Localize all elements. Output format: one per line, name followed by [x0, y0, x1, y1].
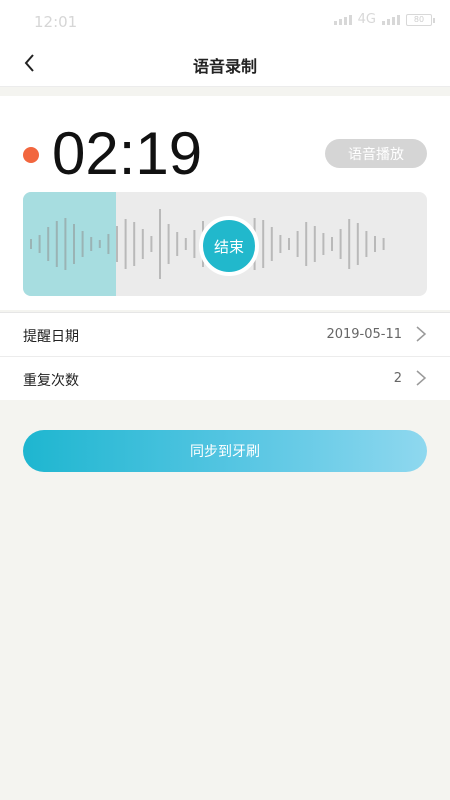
reminder-date-label: 提醒日期	[23, 329, 79, 345]
stop-recording-button[interactable]: 结束	[199, 216, 259, 276]
status-time: 12:01	[34, 13, 78, 31]
status-indicators: 4G 80	[333, 12, 435, 27]
waveform-panel: 结束	[23, 192, 427, 296]
battery-icon: 80	[406, 13, 435, 26]
network-type: 4G	[357, 12, 376, 27]
chevron-right-icon	[416, 370, 427, 386]
status-bar: 12:01 4G 80	[0, 0, 450, 42]
signal-icon	[333, 14, 352, 25]
chevron-right-icon	[416, 326, 427, 342]
recording-indicator	[23, 147, 39, 163]
battery-level: 80	[413, 15, 425, 24]
repeat-count-label: 重复次数	[23, 373, 79, 389]
repeat-count-row[interactable]: 重复次数 2	[0, 356, 450, 400]
page-title: 语音录制	[192, 57, 257, 76]
repeat-count-value: 2	[393, 371, 402, 386]
sync-to-toothbrush-button[interactable]: 同步到牙刷	[23, 430, 427, 472]
nav-bar: 语音录制	[0, 42, 450, 87]
reminder-date-value: 2019-05-11	[326, 327, 402, 342]
recorder-card: 02:19 语音播放 结束	[0, 96, 450, 310]
reminder-date-row[interactable]: 提醒日期 2019-05-11	[0, 312, 450, 356]
signal-icon	[382, 14, 400, 25]
play-voice-button[interactable]: 语音播放	[325, 139, 427, 168]
settings-list: 提醒日期 2019-05-11 重复次数 2	[0, 312, 450, 400]
recording-timer: 02:19	[52, 120, 203, 187]
